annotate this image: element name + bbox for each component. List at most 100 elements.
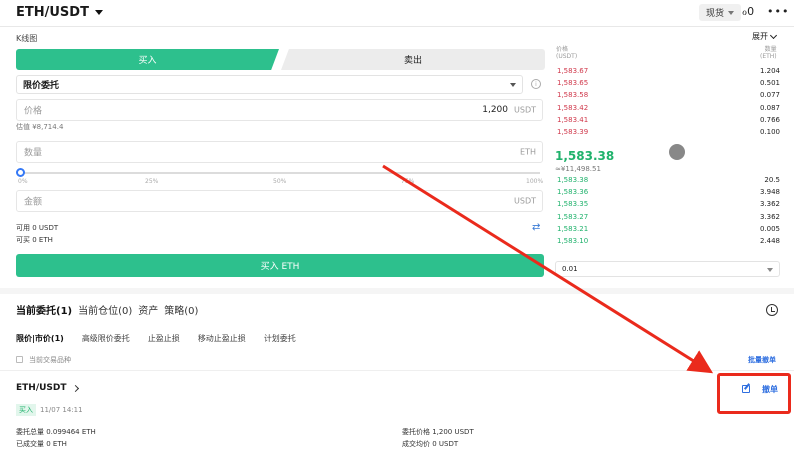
depth-bar (555, 210, 780, 223)
ask-row[interactable]: 1,583.65 0.501 (555, 77, 780, 90)
total-unit: USDT (514, 196, 536, 206)
ask-row[interactable]: 1,583.58 0.077 (555, 89, 780, 102)
depth-bar (555, 198, 780, 211)
amount-slider-handle[interactable] (16, 168, 25, 177)
order-type-value: 限价委托 (23, 81, 60, 91)
order-subtabs: 限价|市价(1) 高级限价委托 止盈止损 移动止盈止损 计划委托 (16, 333, 296, 344)
expand-kline-button[interactable]: 展开 (752, 31, 778, 42)
section-divider (0, 288, 794, 294)
orderbook-price: 1,583.39 (557, 128, 589, 136)
order-type-select[interactable]: 限价委托 (16, 75, 523, 94)
orderbook-price: 1,583.58 (557, 91, 589, 100)
pair-selector[interactable]: ETH/USDT (16, 5, 103, 20)
caret-down-icon (510, 83, 516, 87)
tab-assets[interactable]: 资产 (138, 302, 158, 317)
total-label: 金额 (24, 197, 43, 208)
orderbook-qty: 20.5 (764, 176, 780, 184)
total-input[interactable]: 金额 USDT (16, 190, 543, 212)
orders-tabs: 当前委托(1) 当前仓位(0) 资产 策略(0) (16, 302, 198, 317)
ask-row[interactable]: 1,583.42 0.087 (555, 101, 780, 114)
depth-select[interactable]: 0.01 (555, 261, 780, 277)
tab-strategies[interactable]: 策略(0) (164, 302, 198, 317)
bid-row[interactable]: 1,583.21 0.005 (555, 222, 780, 235)
caret-down-icon (767, 268, 773, 272)
caret-down-icon (94, 10, 103, 15)
orderbook-price: 1,583.10 (557, 237, 589, 245)
tab-sell[interactable]: 卖出 (281, 49, 545, 70)
subtab-limit-market[interactable]: 限价|市价(1) (16, 333, 64, 344)
ask-row[interactable]: 1,583.39 0.100 (555, 126, 780, 138)
market-type-label: 现货 (706, 9, 725, 19)
order-total: 委托总量 0.099464 ETH (16, 428, 96, 436)
order-pair-link[interactable]: ETH/USDT (16, 383, 79, 393)
bid-row[interactable]: 1,583.36 3.948 (555, 186, 780, 199)
last-price: 1,583.38 (555, 149, 615, 163)
tab-positions[interactable]: 当前仓位(0) (78, 302, 132, 317)
slider-tick: 50% (273, 178, 287, 185)
price-header-unit: (USDT) (556, 52, 578, 60)
amount-unit: ETH (520, 147, 536, 157)
amount-input[interactable]: 数量 ETH (16, 141, 543, 163)
history-icon[interactable] (766, 304, 778, 316)
orderbook-qty: 0.766 (759, 115, 780, 124)
batch-cancel-button[interactable]: 批量撤单 (748, 355, 776, 365)
depth-bar (592, 235, 780, 247)
order-pair: ETH/USDT (16, 383, 67, 393)
caret-down-icon (728, 10, 735, 15)
market-type-chip[interactable]: 现货 (699, 4, 742, 21)
ask-row[interactable]: 1,583.67 1.204 (555, 65, 780, 77)
orderbook-price: 1,583.35 (557, 200, 589, 209)
buy-eth-button[interactable]: 买入 ETH (16, 254, 544, 277)
kline-label: K线图 (16, 34, 38, 43)
bid-row[interactable]: 1,583.10 2.448 (555, 235, 780, 247)
orderbook-price: 1,583.67 (557, 67, 589, 75)
orderbook-qty: 2.448 (759, 237, 780, 245)
orderbook-qty: 0.005 (759, 224, 780, 233)
orderbook-qty: 3.362 (759, 212, 780, 221)
current-pair-checkbox[interactable] (16, 356, 23, 363)
orderbook-qty: 3.948 (759, 188, 780, 197)
info-icon[interactable]: i (531, 79, 541, 89)
amount-label: 数量 (24, 148, 43, 159)
order-filled: 已成交量 0 ETH (16, 440, 67, 448)
more-icon[interactable]: ••• (767, 5, 789, 18)
available-balance: 可用 0 USDT (16, 224, 59, 232)
row-divider (0, 370, 794, 371)
orderbook-price: 1,583.38 (557, 176, 589, 184)
ask-row[interactable]: 1,583.41 0.766 (555, 113, 780, 126)
orderbook-price: 1,583.36 (557, 188, 589, 197)
subtab-tp-sl[interactable]: 止盈止损 (148, 333, 180, 344)
price-input[interactable]: 价格 1,200 USDT (16, 99, 543, 121)
bid-row[interactable]: 1,583.27 3.362 (555, 210, 780, 223)
subtab-trigger-order[interactable]: 计划委托 (264, 333, 296, 344)
chevron-right-icon (71, 384, 79, 392)
last-price-cny: ≈¥11,498.51 (555, 165, 601, 173)
orderbook-qty: 1.204 (759, 67, 780, 75)
highlight-box (717, 373, 791, 414)
orderbook-qty-header: 数量 (ETH) (760, 46, 777, 60)
orderbook-price-header: 价格 (USDT) (556, 46, 578, 60)
slider-tick: 25% (145, 178, 159, 185)
chevron-down-icon (769, 31, 778, 39)
can-buy-amount: 可买 0 ETH (16, 236, 53, 244)
depth-bar (555, 186, 780, 199)
orderbook-price: 1,583.41 (557, 115, 589, 124)
depth-value: 0.01 (562, 265, 578, 273)
touch-cursor (669, 144, 685, 160)
subtab-advanced-limit[interactable]: 高级限价委托 (82, 333, 130, 344)
amount-slider-track[interactable] (20, 172, 540, 174)
price-unit: USDT (514, 105, 536, 115)
orderbook-qty: 0.501 (759, 79, 780, 88)
pair-title: ETH/USDT (16, 5, 89, 20)
tab-open-orders[interactable]: 当前委托(1) (16, 302, 72, 317)
order-avg-price: 成交均价 0 USDT (402, 440, 459, 448)
subtab-trailing-stop[interactable]: 移动止盈止损 (198, 333, 246, 344)
price-value: 1,200 (482, 105, 508, 115)
bid-row[interactable]: 1,583.38 20.5 (555, 174, 780, 186)
bid-row[interactable]: 1,583.35 3.362 (555, 198, 780, 211)
depth-bar (555, 174, 780, 186)
order-time: 11/07 14:11 (40, 406, 83, 414)
settings-icon[interactable]: ℴ0 (742, 5, 754, 18)
tab-buy[interactable]: 买入 (16, 49, 279, 70)
transfer-icon[interactable]: ⇄ (532, 222, 540, 233)
